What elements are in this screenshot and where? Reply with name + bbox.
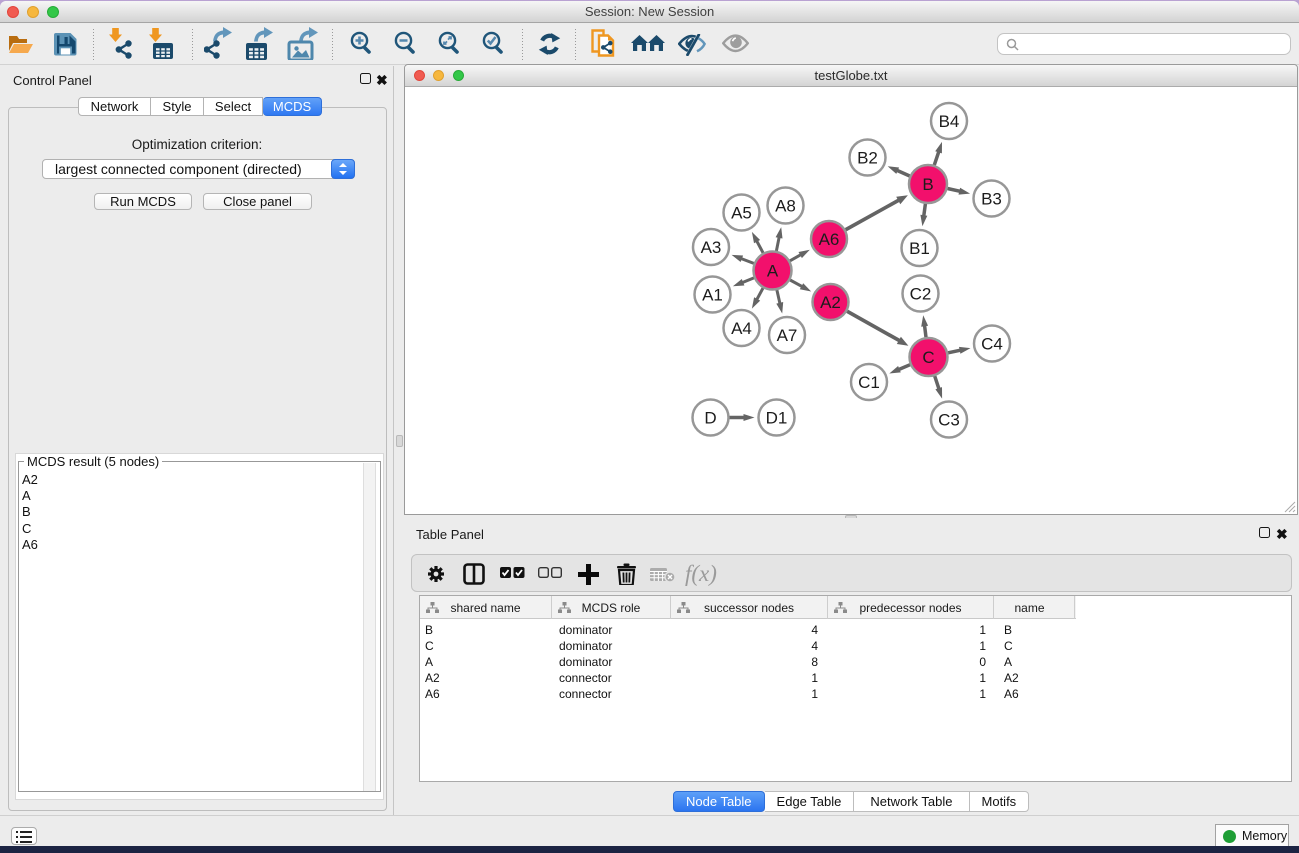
svg-text:A3: A3 [701, 238, 722, 257]
svg-text:B2: B2 [857, 149, 878, 168]
svg-text:D1: D1 [766, 409, 788, 428]
svg-text:A7: A7 [777, 326, 798, 345]
svg-text:C: C [922, 348, 934, 367]
svg-text:A6: A6 [819, 230, 840, 249]
svg-text:A1: A1 [702, 286, 723, 305]
svg-text:A8: A8 [775, 197, 796, 216]
svg-text:A5: A5 [731, 204, 752, 223]
svg-text:B1: B1 [909, 239, 930, 258]
svg-text:A4: A4 [731, 319, 752, 338]
svg-text:C4: C4 [981, 335, 1003, 354]
svg-text:B4: B4 [939, 112, 960, 131]
svg-text:B3: B3 [981, 190, 1002, 209]
svg-text:B: B [922, 175, 933, 194]
svg-text:C1: C1 [858, 373, 880, 392]
svg-text:C2: C2 [910, 285, 932, 304]
svg-text:A2: A2 [820, 293, 841, 312]
svg-text:A: A [767, 262, 779, 281]
svg-text:D: D [704, 409, 716, 428]
svg-text:C3: C3 [938, 411, 960, 430]
